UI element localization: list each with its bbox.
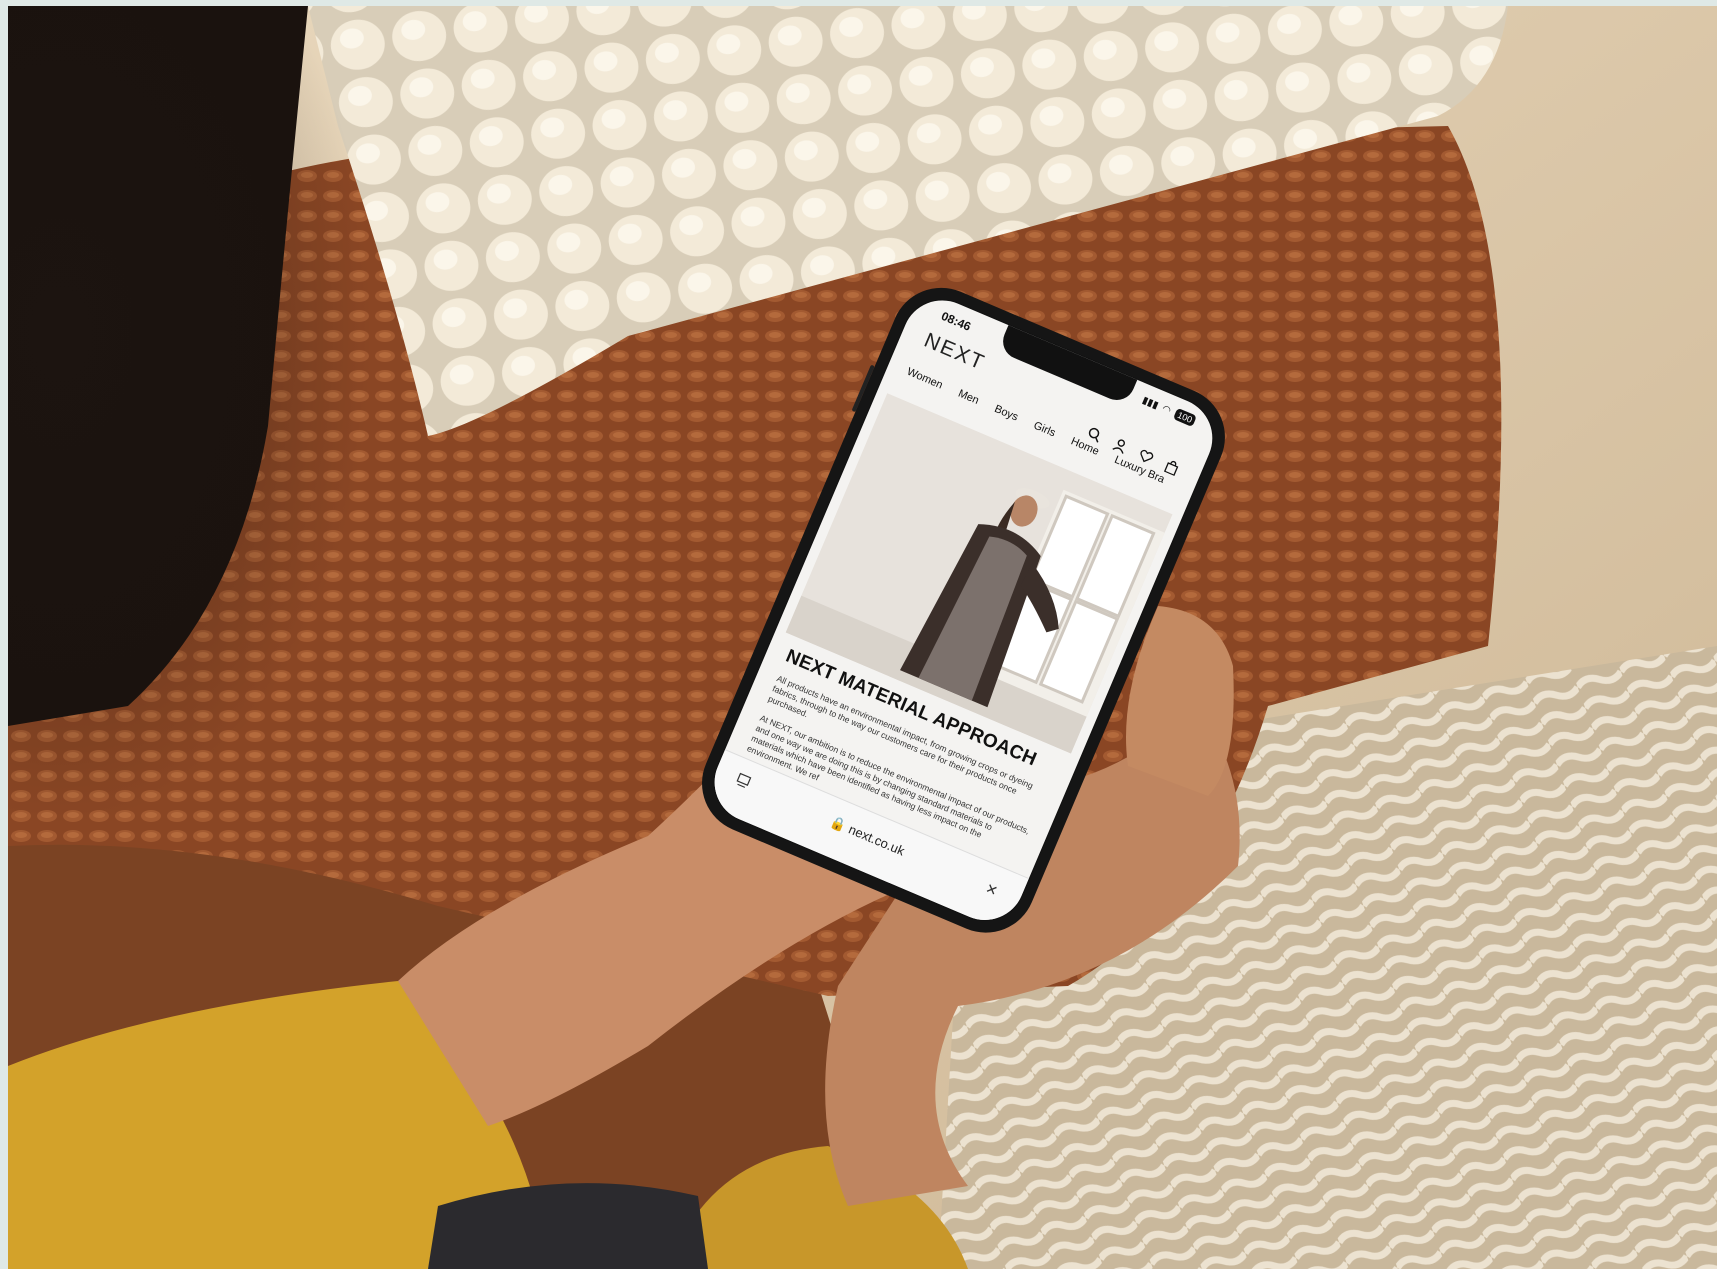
status-time: 08:46 <box>939 308 973 334</box>
signal-icon: ▮▮▮ <box>1140 394 1161 412</box>
battery-icon: 100 <box>1172 407 1197 428</box>
wifi-icon: ◠ <box>1160 402 1173 417</box>
nav-item-men[interactable]: Men <box>951 388 980 420</box>
photo-scene: 08:46 ▮▮▮ ◠ 100 NEXT Women Men Boys Girl… <box>8 6 1717 1269</box>
url-text: next.co.uk <box>846 821 907 859</box>
nav-item-girls[interactable]: Girls <box>1026 420 1058 453</box>
nav-item-boys[interactable]: Boys <box>987 403 1020 436</box>
nav-item-women[interactable]: Women <box>900 366 944 405</box>
lock-icon: 🔒 <box>828 813 849 834</box>
